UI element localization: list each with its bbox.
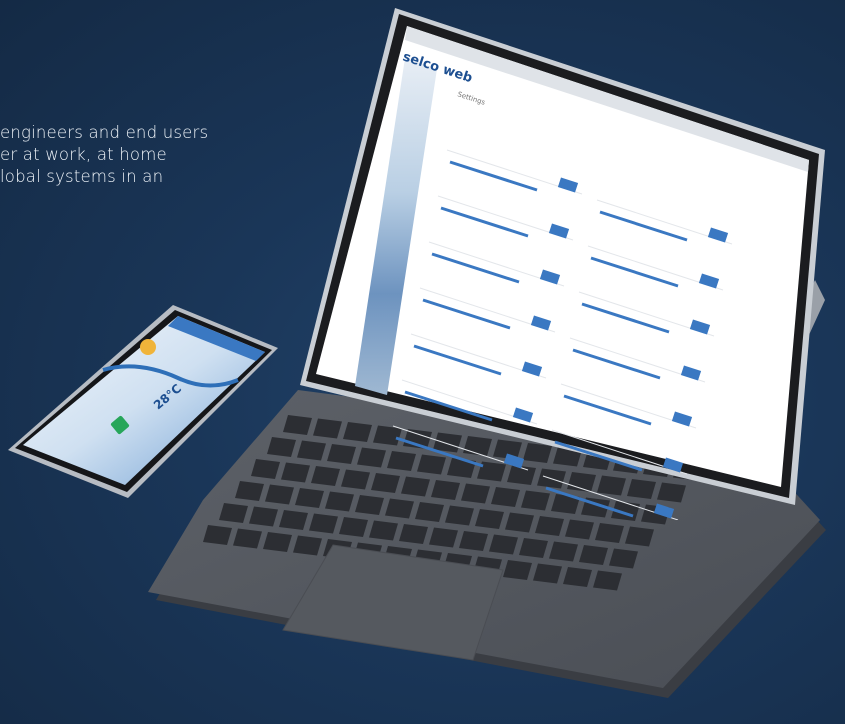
- key: [233, 528, 262, 549]
- tablet: selco web Settings: [300, 8, 825, 520]
- key: [579, 545, 608, 565]
- key: [565, 519, 594, 540]
- weather-icon: [140, 339, 156, 355]
- key: [593, 570, 622, 591]
- key: [595, 523, 624, 543]
- key: [369, 520, 398, 541]
- copy-line-1: engineers and end users: [0, 123, 209, 142]
- key: [519, 538, 548, 558]
- apply-button: [653, 503, 675, 519]
- marketing-copy: engineers and end users er at work, at h…: [0, 122, 330, 188]
- key: [249, 506, 278, 527]
- key: [459, 531, 488, 551]
- key: [219, 503, 248, 523]
- key: [503, 560, 532, 580]
- key: [533, 563, 562, 584]
- key: [203, 525, 232, 545]
- apply-button: [503, 453, 525, 469]
- key: [429, 527, 458, 548]
- key: [399, 524, 428, 544]
- setting-slider: [545, 486, 634, 518]
- key: [625, 526, 654, 547]
- key: [549, 541, 578, 562]
- phone: 28°C: [8, 305, 278, 498]
- key: [609, 548, 638, 569]
- key: [489, 534, 518, 555]
- key: [293, 535, 322, 556]
- key: [263, 532, 292, 552]
- copy-line-2: er at work, at home: [0, 145, 167, 164]
- copy-line-3: lobal systems in an: [0, 167, 164, 186]
- key: [339, 517, 368, 537]
- setting-slider: [395, 436, 484, 468]
- key: [563, 567, 592, 587]
